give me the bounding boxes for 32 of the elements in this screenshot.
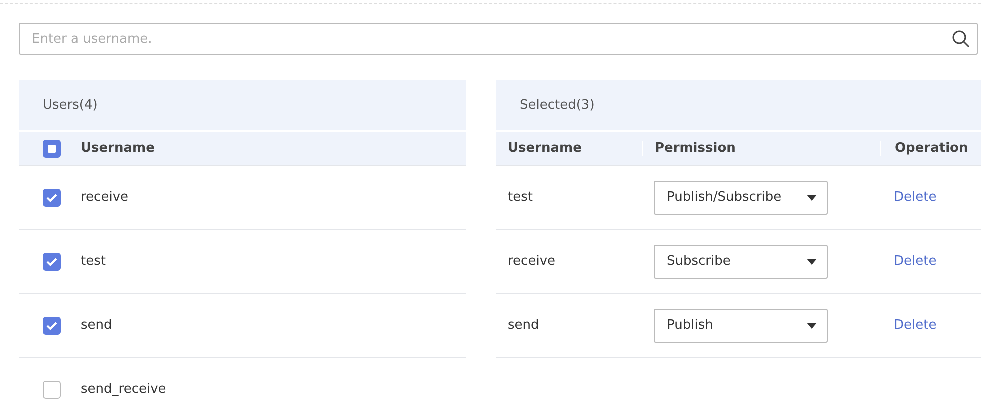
search-icon[interactable] (952, 30, 970, 48)
permission-dropdown[interactable]: Publish/Subscribe (654, 180, 828, 214)
column-header: Permission (642, 141, 880, 156)
username: receive (81, 190, 129, 205)
caret-icon (807, 322, 817, 328)
select-all-checkbox[interactable] (43, 140, 61, 158)
permission-dropdown[interactable]: Publish (654, 308, 828, 342)
username: send (81, 318, 112, 333)
row-checkbox[interactable] (43, 188, 61, 206)
username: test (81, 254, 106, 269)
column-header: Username (81, 141, 155, 156)
check-icon (46, 192, 58, 202)
column-header: Username (507, 141, 583, 156)
caret-icon (807, 258, 817, 264)
username: send_receive (81, 382, 166, 397)
delete-link[interactable]: Delete (894, 190, 937, 205)
delete-link[interactable]: Delete (894, 254, 937, 269)
column-header: Operation (880, 141, 981, 156)
search-field[interactable]: Enter a username. (19, 23, 978, 55)
row-checkbox[interactable] (43, 252, 61, 270)
delete-link[interactable]: Delete (894, 318, 937, 333)
check-icon (46, 256, 58, 266)
check-icon (46, 320, 58, 330)
row-checkbox[interactable] (43, 380, 61, 398)
username: send (507, 318, 540, 333)
panel-title: Selected(3) (520, 98, 595, 112)
panel-title: Users(4) (43, 98, 98, 112)
row-checkbox[interactable] (43, 316, 61, 334)
username: receive (507, 254, 557, 269)
permission-dropdown[interactable]: Subscribe (654, 244, 828, 278)
caret-icon (807, 194, 817, 200)
username: test (507, 190, 534, 205)
